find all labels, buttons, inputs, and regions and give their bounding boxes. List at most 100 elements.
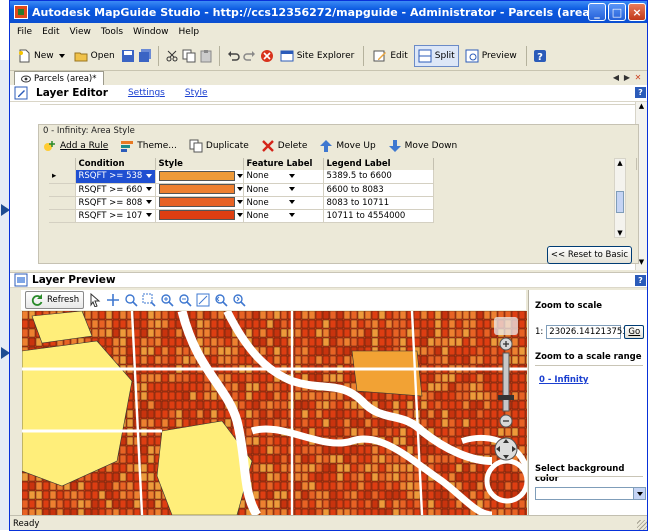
redo-icon[interactable] bbox=[243, 49, 257, 63]
column-header-condition[interactable]: Condition bbox=[75, 158, 156, 170]
new-button[interactable]: New bbox=[14, 45, 68, 67]
edit-button[interactable]: Edit bbox=[370, 45, 410, 67]
legend-label-cell[interactable]: 10711 to 4554000 bbox=[323, 209, 434, 223]
zoom-out-icon[interactable] bbox=[178, 293, 192, 307]
zoom-slider-track[interactable] bbox=[502, 352, 510, 412]
legend-label-cell[interactable]: 8083 to 10711 bbox=[323, 196, 434, 210]
theme-button[interactable]: Theme... bbox=[120, 139, 177, 153]
zoom-slider-thumb[interactable] bbox=[498, 395, 514, 400]
chevron-down-icon[interactable] bbox=[288, 200, 295, 204]
zoom-window-icon[interactable] bbox=[142, 293, 156, 307]
preview-button[interactable]: Preview bbox=[462, 45, 520, 67]
tab-scroll-right-icon[interactable]: ▶ bbox=[622, 72, 632, 83]
legend-label-cell[interactable]: 5389.5 to 6600 bbox=[323, 170, 434, 184]
title-bar[interactable]: Autodesk MapGuide Studio - http://ccs123… bbox=[10, 1, 647, 23]
menu-file[interactable]: File bbox=[12, 27, 37, 37]
help-icon[interactable]: ? bbox=[635, 87, 646, 98]
rule-row[interactable]: RSQFT >= 808 None 8083 to 10711 bbox=[49, 196, 637, 210]
chevron-down-icon[interactable] bbox=[146, 173, 153, 178]
menu-help[interactable]: Help bbox=[174, 27, 205, 37]
legend-label-cell[interactable]: 6600 to 8083 bbox=[323, 183, 434, 197]
zoom-in-icon[interactable] bbox=[160, 293, 174, 307]
paste-icon[interactable] bbox=[199, 49, 213, 63]
style-swatch[interactable] bbox=[158, 210, 235, 221]
style-swatch[interactable] bbox=[158, 197, 235, 208]
style-cell[interactable] bbox=[155, 209, 244, 223]
column-header-style[interactable]: Style bbox=[155, 158, 244, 170]
chevron-down-icon[interactable] bbox=[633, 488, 645, 499]
split-button[interactable]: Split bbox=[413, 44, 459, 67]
tab-parcels-area[interactable]: Parcels (area)* bbox=[14, 71, 104, 85]
style-cell[interactable] bbox=[155, 183, 244, 197]
copy-icon[interactable] bbox=[182, 49, 196, 63]
move-up-button[interactable]: Move Up bbox=[319, 139, 376, 153]
chevron-down-icon[interactable] bbox=[236, 213, 243, 218]
style-link[interactable]: Style bbox=[185, 88, 208, 98]
menu-edit[interactable]: Edit bbox=[37, 27, 64, 37]
add-rule-button[interactable]: Add a Rule bbox=[43, 139, 108, 153]
scale-range-link[interactable]: 0 - Infinity bbox=[539, 375, 588, 385]
zoom-extents-icon[interactable] bbox=[196, 293, 210, 307]
scale-input[interactable]: 23026.141213753 bbox=[546, 325, 628, 339]
zoom-next-icon[interactable] bbox=[232, 293, 246, 307]
chevron-down-icon[interactable] bbox=[236, 174, 243, 178]
feature-label-cell[interactable]: None bbox=[243, 209, 324, 223]
background-color-select[interactable] bbox=[535, 487, 646, 500]
help-icon[interactable]: ? bbox=[635, 275, 646, 286]
chevron-down-icon[interactable] bbox=[288, 187, 295, 191]
cut-icon[interactable] bbox=[165, 49, 179, 63]
close-icon[interactable]: × bbox=[628, 3, 646, 21]
row-selector[interactable] bbox=[49, 209, 76, 223]
minimize-icon[interactable]: _ bbox=[588, 3, 606, 21]
column-header-feature-label[interactable]: Feature Label bbox=[243, 158, 324, 170]
column-header-legend-label[interactable]: Legend Label bbox=[323, 158, 434, 170]
menu-view[interactable]: View bbox=[65, 27, 96, 37]
condition-cell[interactable]: RSQFT >= 107 bbox=[75, 209, 156, 223]
pan-icon[interactable] bbox=[106, 293, 120, 307]
help-icon[interactable]: ? bbox=[533, 49, 547, 63]
rule-row[interactable]: ▸ RSQFT >= 538 None 5389.5 to 6600 bbox=[49, 170, 637, 184]
zoom-rect-icon[interactable] bbox=[124, 293, 138, 307]
chevron-down-icon[interactable] bbox=[146, 187, 153, 191]
chevron-down-icon[interactable] bbox=[236, 187, 243, 192]
rule-row[interactable]: RSQFT >= 107 None 10711 to 4554000 bbox=[49, 209, 637, 223]
undo-icon[interactable] bbox=[226, 49, 240, 63]
feature-label-cell[interactable]: None bbox=[243, 196, 324, 210]
feature-label-cell[interactable]: None bbox=[243, 183, 324, 197]
tab-close-icon[interactable]: ✕ bbox=[633, 72, 643, 83]
chevron-down-icon[interactable] bbox=[288, 213, 295, 217]
style-cell[interactable] bbox=[155, 170, 244, 184]
open-button[interactable]: Open bbox=[71, 45, 118, 67]
rule-row[interactable]: RSQFT >= 660 None 6600 to 8083 bbox=[49, 183, 637, 197]
site-explorer-button[interactable]: Site Explorer bbox=[277, 45, 358, 67]
row-selector[interactable] bbox=[49, 183, 76, 197]
style-cell[interactable] bbox=[155, 196, 244, 210]
chevron-down-icon[interactable] bbox=[236, 200, 243, 205]
go-button[interactable]: Go bbox=[624, 325, 645, 339]
condition-cell[interactable]: RSQFT >= 808 bbox=[75, 196, 156, 210]
duplicate-button[interactable]: Duplicate bbox=[189, 139, 249, 153]
scroll-up-icon[interactable]: ▲ bbox=[615, 159, 625, 167]
style-swatch[interactable] bbox=[158, 184, 235, 195]
menu-window[interactable]: Window bbox=[128, 27, 174, 37]
scroll-down-icon[interactable]: ▼ bbox=[615, 229, 625, 237]
delete-button[interactable]: Delete bbox=[261, 139, 307, 153]
stop-icon[interactable] bbox=[260, 49, 274, 63]
chevron-down-icon[interactable] bbox=[288, 173, 295, 178]
style-swatch[interactable] bbox=[158, 171, 235, 181]
map-view[interactable] bbox=[22, 311, 527, 515]
chevron-down-icon[interactable] bbox=[146, 213, 153, 217]
feature-label-cell[interactable]: None bbox=[243, 170, 324, 184]
save-all-icon[interactable] bbox=[138, 48, 152, 63]
scroll-up-icon[interactable]: ▲ bbox=[636, 102, 647, 114]
move-down-button[interactable]: Move Down bbox=[388, 139, 457, 153]
chevron-down-icon[interactable] bbox=[146, 200, 153, 204]
resize-grip-icon[interactable] bbox=[637, 520, 647, 530]
condition-cell[interactable]: RSQFT >= 660 bbox=[75, 183, 156, 197]
maximize-icon[interactable]: □ bbox=[608, 3, 626, 21]
condition-cell[interactable]: RSQFT >= 538 bbox=[75, 170, 156, 184]
pan-arrows-icon[interactable] bbox=[494, 437, 518, 461]
scroll-thumb[interactable] bbox=[616, 191, 624, 213]
refresh-button[interactable]: Refresh bbox=[25, 291, 85, 309]
grid-scrollbar[interactable]: ▲ ▼ bbox=[614, 158, 626, 238]
